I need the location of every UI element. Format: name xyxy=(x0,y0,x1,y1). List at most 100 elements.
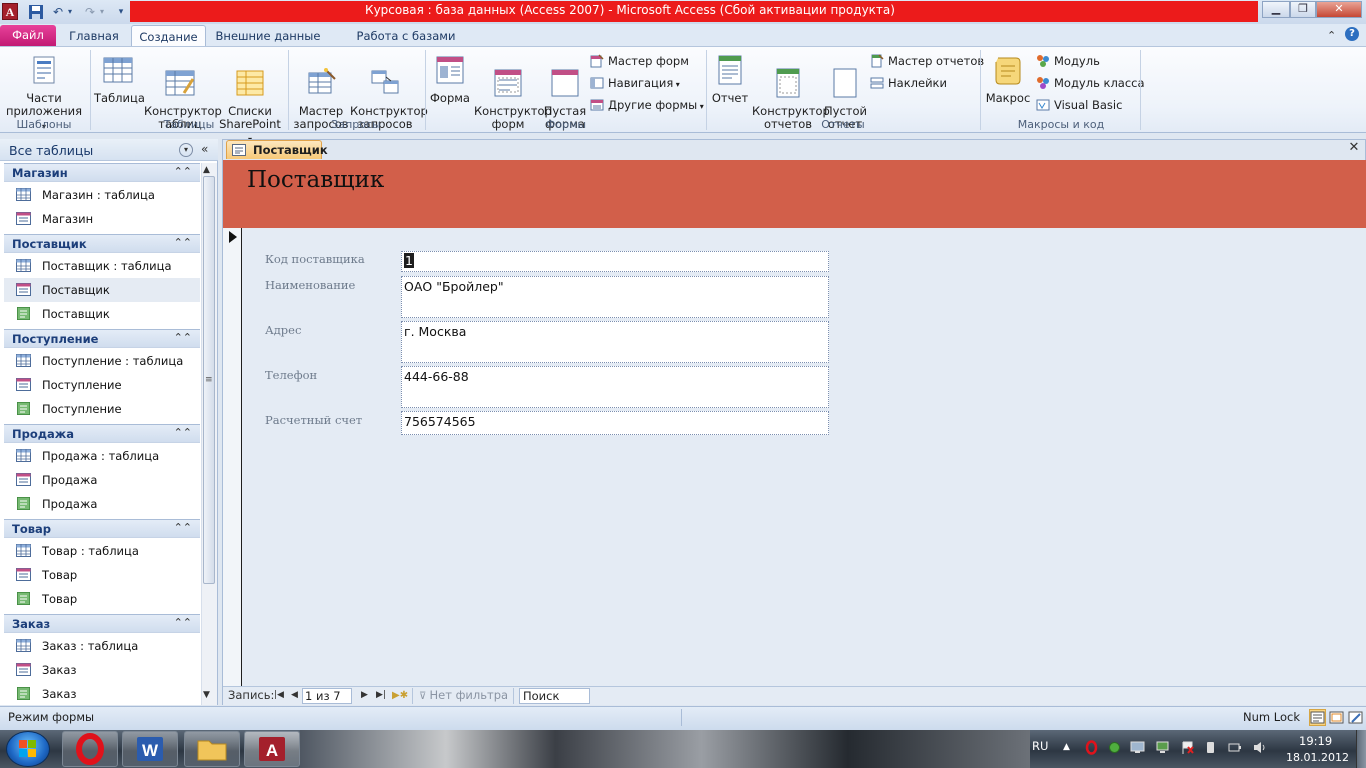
no-filter-button[interactable]: ⊽ Нет фильтра xyxy=(419,688,508,703)
address-field[interactable]: г. Москва xyxy=(401,321,829,363)
nav-item-form[interactable]: Поставщик xyxy=(4,278,200,302)
report-wizard-button[interactable]: Мастер отчетов xyxy=(870,52,984,71)
layout-view-button[interactable] xyxy=(1328,709,1345,726)
nav-item-report[interactable]: Заказ xyxy=(4,682,200,706)
supplier-code-field[interactable]: 1 xyxy=(401,251,829,272)
record-selector[interactable] xyxy=(223,228,242,686)
nav-item-form[interactable]: Магазин xyxy=(4,207,200,231)
collapse-group-icon[interactable]: ⌃⌃ xyxy=(174,236,192,249)
table-button[interactable]: Таблица xyxy=(94,54,145,105)
phone-field[interactable]: 444-66-88 xyxy=(401,366,829,408)
nav-item-table[interactable]: Поступление : таблица xyxy=(4,349,200,373)
language-indicator[interactable]: RU xyxy=(1032,739,1048,753)
report-button[interactable]: Отчет xyxy=(710,54,750,105)
collapse-group-icon[interactable]: ⌃⌃ xyxy=(174,426,192,439)
close-window-button[interactable]: ✕ xyxy=(1316,1,1362,18)
nav-item-report[interactable]: Поставщик xyxy=(4,302,200,326)
flag-tray-icon[interactable] xyxy=(1180,740,1195,755)
taskbar-word-button[interactable]: W xyxy=(122,731,178,767)
access-app-icon[interactable]: A xyxy=(2,3,18,20)
class-module-button[interactable]: Модуль класса xyxy=(1036,74,1145,93)
tab-external-data[interactable]: Внешние данные xyxy=(212,25,324,47)
taskbar-opera-button[interactable] xyxy=(62,731,118,767)
previous-record-icon[interactable]: ◀ xyxy=(291,688,298,703)
undo-dropdown-icon[interactable]: ▾ xyxy=(66,4,74,20)
collapse-group-icon[interactable]: ⌃⌃ xyxy=(174,521,192,534)
minimize-button[interactable]: ▁ xyxy=(1262,1,1290,18)
tab-create[interactable]: Создание xyxy=(131,25,206,47)
device-tray-icon[interactable] xyxy=(1203,740,1218,755)
show-hidden-icons-icon[interactable]: ▲ xyxy=(1063,742,1070,752)
taskbar-explorer-button[interactable] xyxy=(184,731,240,767)
clock-time[interactable]: 19:19 xyxy=(1299,734,1332,748)
clock-date[interactable]: 18.01.2012 xyxy=(1286,751,1349,764)
first-record-icon[interactable]: |◀ xyxy=(274,688,284,703)
more-forms-button[interactable]: Другие формы ▾ xyxy=(590,96,704,115)
collapse-group-icon[interactable]: ⌃⌃ xyxy=(174,165,192,178)
last-record-icon[interactable]: ▶| xyxy=(376,688,386,703)
scroll-down-icon[interactable]: ▼ xyxy=(203,690,210,700)
form-wizard-button[interactable]: Мастер форм xyxy=(590,52,689,71)
account-field[interactable]: 756574565 xyxy=(401,411,829,435)
navigation-button[interactable]: Навигация ▾ xyxy=(590,74,680,93)
collapse-group-icon[interactable]: ⌃⌃ xyxy=(174,616,192,629)
minimize-ribbon-icon[interactable]: ⌃ xyxy=(1327,29,1336,42)
macro-button[interactable]: Макрос xyxy=(984,54,1032,105)
gear-tray-icon[interactable] xyxy=(1107,740,1122,755)
volume-tray-icon[interactable] xyxy=(1252,740,1267,755)
customize-qat-icon[interactable]: ▾ xyxy=(116,4,126,20)
scroll-up-icon[interactable]: ▲ xyxy=(203,165,210,175)
monitor-tray-icon[interactable] xyxy=(1130,740,1145,755)
save-icon[interactable] xyxy=(28,4,44,20)
power-tray-icon[interactable] xyxy=(1227,740,1242,755)
nav-item-table[interactable]: Продажа : таблица xyxy=(4,444,200,468)
visual-basic-button[interactable]: Visual Basic xyxy=(1036,96,1122,115)
nav-item-form[interactable]: Продажа xyxy=(4,468,200,492)
nav-item-form[interactable]: Товар xyxy=(4,563,200,587)
nav-item-table[interactable]: Заказ : таблица xyxy=(4,634,200,658)
nav-menu-chevron-icon[interactable]: ▾ xyxy=(179,143,193,157)
nav-item-table[interactable]: Поставщик : таблица xyxy=(4,254,200,278)
redo-dropdown-icon[interactable]: ▾ xyxy=(98,4,106,20)
collapse-group-icon[interactable]: ⌃⌃ xyxy=(174,331,192,344)
nav-group-header[interactable]: Товар ⌃⌃ xyxy=(4,519,200,538)
nav-item-form[interactable]: Заказ xyxy=(4,658,200,682)
form-view-button[interactable] xyxy=(1309,709,1326,726)
help-icon[interactable]: ? xyxy=(1345,27,1359,41)
nav-group-header[interactable]: Магазин ⌃⌃ xyxy=(4,163,200,182)
next-record-icon[interactable]: ▶ xyxy=(361,688,368,703)
form-button[interactable]: Форма xyxy=(428,54,472,105)
nav-item-report[interactable]: Продажа xyxy=(4,492,200,516)
nav-group-header[interactable]: Поступление ⌃⌃ xyxy=(4,329,200,348)
nav-item-form[interactable]: Поступление xyxy=(4,373,200,397)
undo-icon[interactable]: ↶ xyxy=(50,4,66,20)
nav-group-header[interactable]: Поставщик ⌃⌃ xyxy=(4,234,200,253)
tab-file[interactable]: Файл xyxy=(0,25,56,46)
nav-item-table[interactable]: Товар : таблица xyxy=(4,539,200,563)
nav-item-table[interactable]: Магазин : таблица xyxy=(4,183,200,207)
new-record-icon[interactable]: ▶✱ xyxy=(392,688,408,703)
taskbar-access-button[interactable]: A xyxy=(244,731,300,767)
close-document-icon[interactable]: ✕ xyxy=(1347,141,1361,155)
name-field[interactable]: ОАО "Бройлер" xyxy=(401,276,829,318)
search-input[interactable]: Поиск xyxy=(519,688,590,704)
tab-home[interactable]: Главная xyxy=(62,25,126,47)
show-desktop-button[interactable] xyxy=(1356,730,1366,768)
collapse-nav-pane-icon[interactable]: « xyxy=(201,142,208,156)
network-tray-icon[interactable] xyxy=(1155,740,1170,755)
module-button[interactable]: Модуль xyxy=(1036,52,1100,71)
nav-group-header[interactable]: Продажа ⌃⌃ xyxy=(4,424,200,443)
design-view-button[interactable] xyxy=(1347,709,1364,726)
tab-database-tools[interactable]: Работа с базами данных xyxy=(332,25,480,65)
navigation-pane-title[interactable]: Все таблицы xyxy=(9,143,93,158)
nav-group-header[interactable]: Заказ ⌃⌃ xyxy=(4,614,200,633)
opera-tray-icon[interactable] xyxy=(1084,740,1099,755)
nav-item-report[interactable]: Товар xyxy=(4,587,200,611)
labels-button[interactable]: Наклейки xyxy=(870,74,947,93)
current-record-input[interactable]: 1 из 7 xyxy=(302,688,352,704)
start-button[interactable] xyxy=(6,731,50,767)
maximize-button[interactable]: ❐ xyxy=(1290,1,1316,18)
nav-item-report[interactable]: Поступление xyxy=(4,397,200,421)
redo-icon[interactable]: ↷ xyxy=(82,4,98,20)
document-tab-supplier[interactable]: Поставщик xyxy=(226,140,328,159)
